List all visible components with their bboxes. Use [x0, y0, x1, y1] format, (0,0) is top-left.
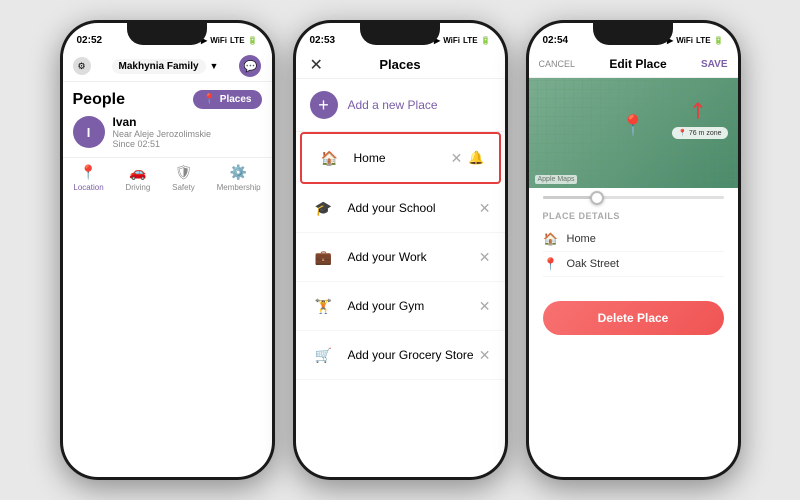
- add-new-place-row[interactable]: + Add a new Place: [296, 79, 505, 132]
- time-1: 02:52: [77, 35, 103, 46]
- nav-driving-label: Driving: [125, 183, 150, 192]
- phone-2: 02:53 ▶WiFiLTE🔋 ✕ Places + Add a new Pla…: [293, 20, 508, 480]
- places-button[interactable]: 📍 Places: [193, 90, 261, 109]
- nav-safety-label: Safety: [172, 183, 195, 192]
- slider-thumb[interactable]: [590, 191, 604, 205]
- place-details-section: Place details 🏠 Home 📍 Oak Street: [529, 203, 738, 285]
- remove-school-icon[interactable]: ✕: [479, 200, 491, 217]
- time-3: 02:54: [543, 35, 569, 46]
- place-label-grocery: Add your Grocery Store: [348, 348, 479, 362]
- place-label-gym: Add your Gym: [348, 299, 479, 313]
- delete-place-wrap: Delete Place: [529, 285, 738, 351]
- home-icon: 🏠: [316, 144, 344, 172]
- safety-icon: 🛡: [175, 164, 193, 181]
- nav-location-label: Location: [73, 183, 103, 192]
- map-header: ⚙ Makhynia Family ▼ 💬: [63, 51, 272, 81]
- phone-1: 02:52 ▶WiFiLTE🔋 ⚙ Makhynia Family ▼ 💬: [60, 20, 275, 480]
- avatar: I: [73, 116, 105, 148]
- person-location: Near Aleje Jerozolimskie: [113, 129, 212, 139]
- place-address-text: Oak Street: [567, 258, 620, 270]
- remove-grocery-icon[interactable]: ✕: [479, 347, 491, 364]
- map-thumb-pin: 📍: [621, 113, 646, 138]
- place-actions-work: ✕: [479, 249, 491, 266]
- grocery-icon: 🛒: [310, 341, 338, 369]
- place-address-row[interactable]: 📍 Oak Street: [543, 252, 724, 277]
- nav-location[interactable]: 📍 Location: [73, 164, 103, 192]
- close-button[interactable]: ✕: [310, 55, 323, 75]
- place-item-grocery[interactable]: 🛒 Add your Grocery Store ✕: [296, 331, 505, 380]
- notch-3: [593, 23, 673, 45]
- phone-3: 02:54 ▶WiFiLTE🔋 CANCEL Edit Place SAVE 📍…: [526, 20, 741, 480]
- map-thumbnail[interactable]: 📍 ↙ Apple Maps 📍 76 m zone: [529, 78, 738, 188]
- location-icon: 📍: [80, 164, 97, 181]
- place-item-work[interactable]: 💼 Add your Work ✕: [296, 233, 505, 282]
- zone-badge: 📍 76 m zone: [672, 127, 727, 139]
- driving-icon: 🚗: [129, 164, 146, 181]
- status-icons-1: ▶WiFiLTE🔋: [201, 36, 257, 45]
- place-name-row[interactable]: 🏠 Home: [543, 227, 724, 252]
- save-button[interactable]: SAVE: [701, 59, 728, 70]
- gear-icon[interactable]: ⚙: [73, 57, 91, 75]
- remove-gym-icon[interactable]: ✕: [479, 298, 491, 315]
- zone-label: 76 m zone: [689, 130, 722, 137]
- add-icon: +: [310, 91, 338, 119]
- place-item-gym[interactable]: 🏋 Add your Gym ✕: [296, 282, 505, 331]
- nav-bar: 📍 Location 🚗 Driving 🛡 Safety ⚙️ Members…: [63, 157, 272, 202]
- place-item-home[interactable]: 🏠 Home ✕ 🔔: [300, 132, 501, 184]
- location-detail-icon: 📍: [543, 257, 559, 271]
- delete-place-button[interactable]: Delete Place: [543, 301, 724, 335]
- bell-home-icon[interactable]: 🔔: [468, 150, 484, 166]
- people-header: People 📍 Places: [73, 90, 262, 109]
- remove-work-icon[interactable]: ✕: [479, 249, 491, 266]
- nav-safety[interactable]: 🛡 Safety: [172, 164, 195, 192]
- place-actions-school: ✕: [479, 200, 491, 217]
- membership-icon: ⚙️: [230, 164, 247, 181]
- place-label-work: Add your Work: [348, 250, 479, 264]
- cancel-button[interactable]: CANCEL: [539, 59, 576, 69]
- place-actions-gym: ✕: [479, 298, 491, 315]
- nav-membership-label: Membership: [217, 183, 261, 192]
- zone-icon: 📍: [678, 130, 687, 137]
- notch-2: [360, 23, 440, 45]
- place-details-title: Place details: [543, 211, 724, 221]
- person-since: Since 02:51: [113, 139, 212, 149]
- place-label-home: Home: [354, 151, 451, 165]
- add-place-label: Add a new Place: [348, 98, 438, 112]
- places-screen-header: ✕ Places: [296, 51, 505, 79]
- edit-place-title: Edit Place: [609, 57, 666, 71]
- school-icon: 🎓: [310, 194, 338, 222]
- maps-credit: Apple Maps: [535, 175, 578, 184]
- slider-track: [543, 196, 724, 199]
- status-icons-3: ▶WiFiLTE🔋: [667, 36, 723, 45]
- places-screen-title: Places: [379, 57, 420, 72]
- home-detail-icon: 🏠: [543, 232, 559, 246]
- chat-icon[interactable]: 💬: [239, 55, 261, 77]
- chevron-down-icon: ▼: [210, 61, 219, 71]
- nav-membership[interactable]: ⚙️ Membership: [217, 164, 261, 192]
- radius-slider[interactable]: [529, 188, 738, 203]
- family-selector[interactable]: Makhynia Family ▼: [112, 59, 219, 74]
- place-label-school: Add your School: [348, 201, 479, 215]
- nav-driving[interactable]: 🚗 Driving: [125, 164, 150, 192]
- map-app: ⚙ Makhynia Family ▼ 💬 📍 ↙ People: [63, 51, 272, 202]
- bottom-panel: People 📍 Places I Ivan Near Aleje Jerozo…: [63, 81, 272, 157]
- people-title: People: [73, 91, 125, 109]
- time-2: 02:53: [310, 35, 336, 46]
- edit-place-header: CANCEL Edit Place SAVE: [529, 51, 738, 78]
- places-icon: 📍: [203, 94, 215, 105]
- place-name-text: Home: [567, 233, 596, 245]
- person-row[interactable]: I Ivan Near Aleje Jerozolimskie Since 02…: [73, 115, 262, 149]
- person-name: Ivan: [113, 115, 212, 129]
- family-name: Makhynia Family: [112, 59, 206, 74]
- notch: [127, 23, 207, 45]
- place-actions-home: ✕ 🔔: [451, 150, 485, 167]
- status-icons-2: ▶WiFiLTE🔋: [434, 36, 490, 45]
- person-info: Ivan Near Aleje Jerozolimskie Since 02:5…: [113, 115, 212, 149]
- slider-fill: [543, 196, 597, 199]
- gym-icon: 🏋: [310, 292, 338, 320]
- place-actions-grocery: ✕: [479, 347, 491, 364]
- remove-home-icon[interactable]: ✕: [451, 150, 463, 167]
- place-item-school[interactable]: 🎓 Add your School ✕: [296, 184, 505, 233]
- work-icon: 💼: [310, 243, 338, 271]
